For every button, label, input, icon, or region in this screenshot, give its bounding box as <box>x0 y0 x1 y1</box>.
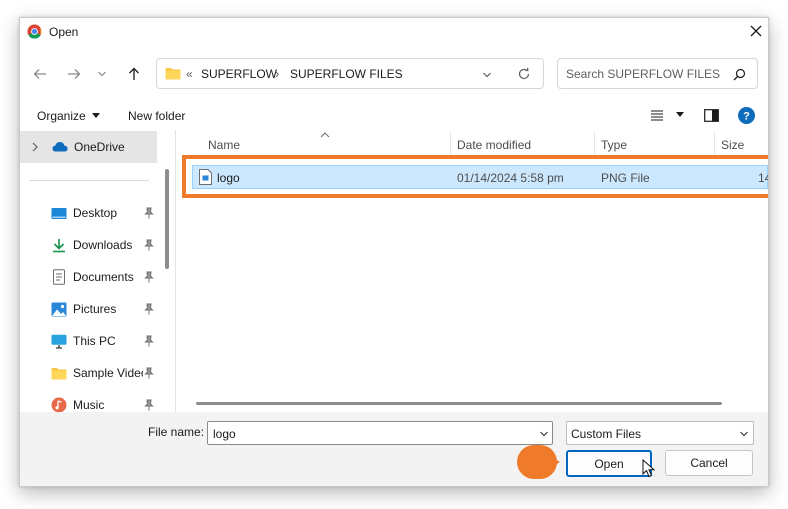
list-view-icon <box>651 110 663 121</box>
folder-icon <box>51 367 67 379</box>
sort-ascending-icon <box>320 132 330 138</box>
sidebar-item-label: Downloads <box>73 238 133 252</box>
file-name-input[interactable]: logo <box>207 421 553 445</box>
breadcrumb-item-superflow-files[interactable]: SUPERFLOW FILES <box>290 67 403 81</box>
caret-down-icon <box>91 113 100 118</box>
pin-icon[interactable] <box>144 239 154 251</box>
sidebar-item-onedrive[interactable]: OneDrive <box>20 131 157 163</box>
sidebar-item-label: Documents <box>73 270 134 284</box>
open-button[interactable]: Open <box>566 450 652 477</box>
column-header-name[interactable]: Name <box>208 138 240 152</box>
desktop-icon <box>51 207 67 219</box>
column-divider[interactable] <box>714 132 715 156</box>
arrow-right-icon <box>68 69 81 79</box>
cloud-icon <box>52 142 68 152</box>
title-bar: Open <box>20 18 768 46</box>
cancel-button[interactable]: Cancel <box>665 450 753 476</box>
chevron-down-icon[interactable] <box>539 430 549 438</box>
search-icon[interactable] <box>733 68 746 81</box>
chevron-down-icon[interactable] <box>739 430 749 438</box>
music-icon <box>51 397 67 413</box>
pin-icon[interactable] <box>144 367 154 379</box>
refresh-icon[interactable] <box>517 67 531 81</box>
column-header-size[interactable]: Size <box>721 138 744 152</box>
sidebar-item-label: Music <box>73 398 105 412</box>
pictures-icon <box>51 302 67 316</box>
pin-icon[interactable] <box>144 207 154 219</box>
mouse-cursor-icon <box>642 459 656 478</box>
download-icon <box>53 238 65 252</box>
view-options-button[interactable] <box>650 109 684 121</box>
window-title: Open <box>49 25 79 39</box>
sidebar-divider <box>29 180 149 181</box>
pin-icon[interactable] <box>144 271 154 283</box>
horizontal-scrollbar[interactable] <box>196 402 722 405</box>
breadcrumb-item-superflow[interactable]: SUPERFLOW <box>201 67 277 81</box>
sidebar-item-label: Pictures <box>73 302 117 316</box>
forward-button[interactable] <box>64 64 84 84</box>
open-dialog: Open « SUPERFLOW › SUPERFLOW FILES Searc… <box>19 17 769 487</box>
column-divider[interactable] <box>450 132 451 156</box>
chrome-icon <box>27 24 42 39</box>
file-name-value: logo <box>213 427 236 441</box>
breadcrumb-overflow[interactable]: « <box>186 67 193 81</box>
highlight-box <box>182 155 768 198</box>
breadcrumb-separator: › <box>275 66 280 81</box>
file-type-value: Custom Files <box>571 427 642 441</box>
organize-button[interactable]: Organize <box>37 109 100 123</box>
close-icon[interactable] <box>748 23 764 39</box>
column-divider[interactable] <box>594 132 595 156</box>
search-box[interactable]: Search SUPERFLOW FILES <box>557 58 758 89</box>
chevron-down-icon <box>98 71 106 77</box>
sidebar-item-label: Desktop <box>73 206 118 220</box>
pin-icon[interactable] <box>144 399 154 411</box>
documents-icon <box>53 269 65 285</box>
pane-divider <box>175 130 176 412</box>
preview-pane-icon[interactable] <box>704 109 719 122</box>
svg-text:?: ? <box>743 111 750 123</box>
chevron-right-icon[interactable] <box>31 142 39 152</box>
column-header-date[interactable]: Date modified <box>457 138 531 152</box>
file-name-label: File name: <box>148 425 205 439</box>
search-placeholder: Search SUPERFLOW FILES <box>566 67 721 81</box>
back-button[interactable] <box>30 64 50 84</box>
sidebar-item-label: Sample Videos <box>73 366 143 380</box>
sidebar-item-label: OneDrive <box>74 140 125 154</box>
pin-icon[interactable] <box>144 335 154 347</box>
recent-locations-button[interactable] <box>95 64 109 84</box>
pin-icon[interactable] <box>144 303 154 315</box>
caret-down-icon <box>676 112 684 117</box>
sidebar-item-label: This PC <box>73 334 116 348</box>
file-type-select[interactable]: Custom Files <box>566 421 754 445</box>
up-button[interactable] <box>124 64 144 84</box>
click-marker-pointer <box>548 455 560 469</box>
column-header-type[interactable]: Type <box>601 138 627 152</box>
chevron-down-icon[interactable] <box>482 70 492 80</box>
monitor-icon <box>51 334 67 349</box>
address-bar[interactable]: « SUPERFLOW › SUPERFLOW FILES <box>156 58 544 89</box>
arrow-left-icon <box>33 69 46 79</box>
new-folder-button[interactable]: New folder <box>128 109 185 123</box>
organize-label: Organize <box>37 109 86 123</box>
arrow-up-icon <box>129 67 139 80</box>
help-icon[interactable]: ? <box>738 107 755 124</box>
folder-icon <box>165 68 181 80</box>
sidebar-scrollbar[interactable] <box>165 169 169 269</box>
